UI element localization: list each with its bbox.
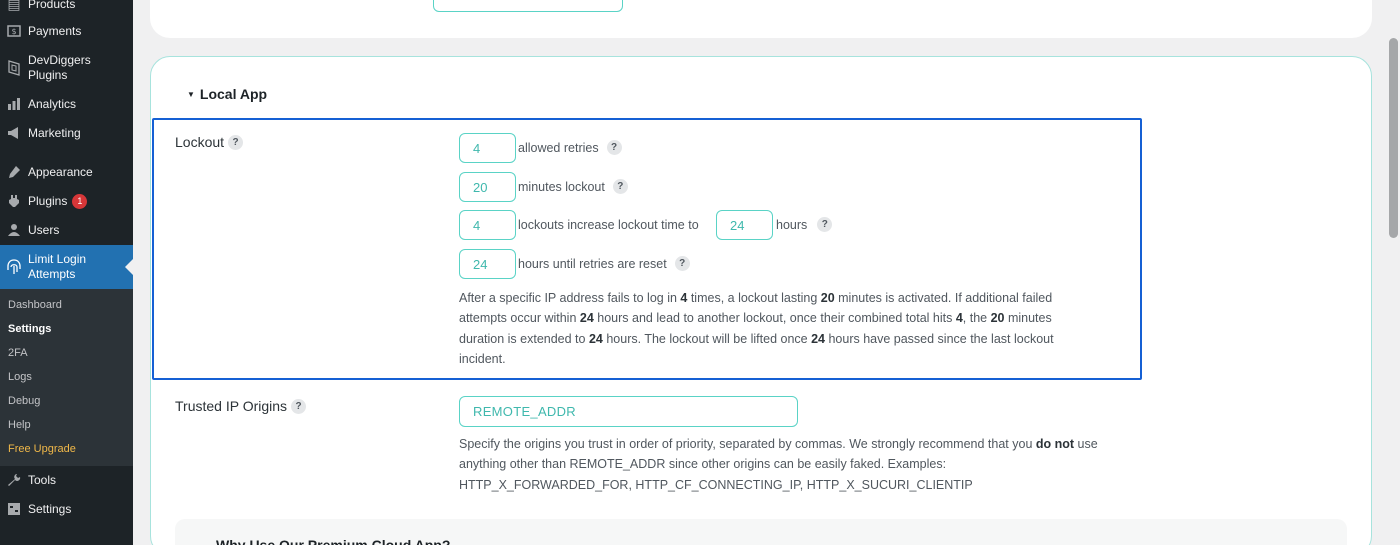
trusted-ip-help-icon[interactable]: ? <box>291 398 307 414</box>
menu-analytics[interactable]: Analytics <box>0 95 133 113</box>
hours-until-reset-input[interactable]: 24 <box>459 249 516 279</box>
marketing-icon <box>0 127 28 139</box>
premium-promo-title: Why Use Our Premium Cloud App? <box>216 537 451 545</box>
minutes-lockout-input[interactable]: 20 <box>459 172 516 202</box>
caret-down-icon: ▼ <box>187 89 195 99</box>
plugins-icon <box>0 194 28 208</box>
menu-limit-login-attempts[interactable]: Limit Login Attempts <box>0 245 133 289</box>
lockouts-increase-input[interactable]: 4 <box>459 210 516 240</box>
menu-tools[interactable]: Tools <box>0 471 133 489</box>
lockouts-increase-text: lockouts increase lockout time to <box>518 218 699 232</box>
menu-users[interactable]: Users <box>0 221 133 239</box>
minutes-lockout-row: minutes lockout ? <box>518 179 628 194</box>
settings-icon <box>0 502 28 516</box>
products-icon: ▤ <box>7 0 21 12</box>
lockout-label: Lockout ? <box>175 134 244 150</box>
trusted-ip-origins-input[interactable]: REMOTE_ADDR <box>459 396 798 427</box>
menu-devdiggers-plugins[interactable]: DevDiggers Plugins <box>0 52 133 84</box>
fingerprint-icon <box>0 258 28 276</box>
devdiggers-icon <box>0 59 28 77</box>
menu-payments[interactable]: $ Payments <box>0 22 133 40</box>
scrollbar-thumb[interactable] <box>1389 38 1398 238</box>
allowed-retries-row: allowed retries ? <box>518 140 622 155</box>
analytics-icon <box>0 98 28 110</box>
allowed-retries-help-icon[interactable]: ? <box>606 140 622 155</box>
menu-settings[interactable]: Settings <box>0 500 133 518</box>
active-menu-arrow <box>125 259 133 275</box>
section-title: Local App <box>199 86 268 102</box>
appearance-icon <box>0 165 28 179</box>
menu-products[interactable]: ▤ Products <box>0 0 133 13</box>
page-scrollbar[interactable] <box>1386 0 1400 545</box>
users-icon <box>0 223 28 237</box>
submenu-2fa[interactable]: 2FA <box>8 347 28 359</box>
svg-text:$: $ <box>11 27 16 36</box>
submenu-dashboard[interactable]: Dashboard <box>8 299 62 311</box>
submenu-debug[interactable]: Debug <box>8 395 40 407</box>
admin-sidebar: ▤ Products $ Payments DevDiggers Plugins… <box>0 0 133 545</box>
limit-login-submenu: Dashboard Settings 2FA Logs Debug Help F… <box>0 289 133 466</box>
payments-icon: $ <box>0 25 28 37</box>
submenu-settings[interactable]: Settings <box>8 323 51 335</box>
lockout-help-icon[interactable]: ? <box>228 134 244 150</box>
menu-marketing[interactable]: Marketing <box>0 124 133 142</box>
trusted-ip-description: Specify the origins you trust in order o… <box>459 437 1098 492</box>
menu-appearance[interactable]: Appearance <box>0 163 133 181</box>
submenu-help[interactable]: Help <box>8 419 31 431</box>
lockout-hours-row: hours ? <box>776 217 833 232</box>
lockout-hours-input[interactable]: 24 <box>716 210 773 240</box>
tools-icon <box>0 473 28 487</box>
minutes-lockout-help-icon[interactable]: ? <box>612 179 628 194</box>
submenu-free-upgrade[interactable]: Free Upgrade <box>8 443 76 455</box>
plugins-update-badge: 1 <box>72 193 88 209</box>
menu-plugins[interactable]: Plugins 1 <box>0 192 133 210</box>
hours-until-reset-help-icon[interactable]: ? <box>674 256 690 271</box>
lockout-hours-help-icon[interactable]: ? <box>817 217 833 232</box>
lockout-description: After a specific IP address fails to log… <box>459 291 1054 366</box>
hours-until-reset-row: hours until retries are reset ? <box>518 256 690 271</box>
submenu-logs[interactable]: Logs <box>8 371 32 383</box>
previous-settings-card <box>150 0 1372 38</box>
trusted-ip-label: Trusted IP Origins ? <box>175 398 307 414</box>
allowed-retries-input[interactable]: 4 <box>459 133 516 163</box>
local-app-toggle[interactable]: ▼ Local App <box>187 86 267 102</box>
app-mode-select[interactable] <box>433 0 623 12</box>
